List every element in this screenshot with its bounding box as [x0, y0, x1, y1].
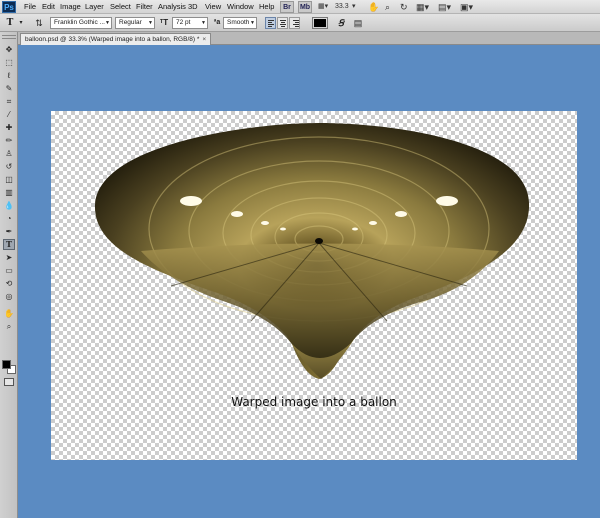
document-tab[interactable]: balloon.psd @ 33.3% (Warped image into a… [20, 33, 212, 45]
menu-edit[interactable]: Edit [42, 2, 55, 11]
grid-view-icon[interactable]: ▦▾ [416, 1, 429, 13]
menu-file[interactable]: File [24, 2, 36, 11]
text-color-swatch[interactable] [312, 17, 328, 29]
type-icon[interactable]: T [3, 239, 15, 250]
antialias-icon: ªa [213, 19, 221, 26]
screen-mode-icon[interactable]: ▣▾ [460, 1, 473, 13]
font-size-select[interactable]: 72 pt ▼ [172, 17, 208, 29]
align-center-button[interactable] [277, 17, 288, 29]
document-tab-bar: balloon.psd @ 33.3% (Warped image into a… [18, 32, 600, 45]
align-left-button[interactable] [265, 17, 276, 29]
zoom-dropdown-icon[interactable]: ▾ [352, 1, 356, 13]
view-extras-icon[interactable]: ▦▾ [318, 1, 328, 13]
eraser-icon[interactable]: ◫ [3, 174, 15, 185]
brush-icon[interactable]: ✏ [3, 135, 15, 146]
quick-mask-icon[interactable] [4, 378, 14, 386]
shape-icon[interactable]: ▭ [3, 265, 15, 276]
tunnel-vanishing-point [315, 238, 323, 244]
menu-help[interactable]: Help [259, 2, 274, 11]
quick-select-icon[interactable]: ✎ [3, 83, 15, 94]
menu-3d[interactable]: 3D [188, 2, 198, 11]
document-tab-title: balloon.psd @ 33.3% (Warped image into a… [25, 36, 200, 43]
move-icon[interactable]: ✥ [3, 44, 15, 55]
zoom-icon[interactable]: ⌕ [3, 321, 15, 332]
font-style-select[interactable]: Regular ▼ [115, 17, 155, 29]
clone-stamp-icon[interactable]: ♙ [3, 148, 15, 159]
close-icon[interactable]: × [202, 36, 206, 43]
character-panel-icon[interactable]: ▤ [352, 17, 364, 29]
menu-window[interactable]: Window [227, 2, 254, 11]
menu-analysis[interactable]: Analysis [158, 2, 186, 11]
toolbox-grip[interactable] [2, 35, 16, 39]
menu-view[interactable]: View [205, 2, 221, 11]
photoshop-logo-icon: Ps [2, 1, 16, 13]
text-color-fill [314, 19, 326, 27]
menu-filter[interactable]: Filter [136, 2, 153, 11]
options-bar: T ▾ ⇅ Franklin Gothic ... ▼ Regular ▼ ᵀT 7… [0, 14, 600, 32]
foreground-color-swatch[interactable] [2, 360, 11, 369]
zoom-tool-icon[interactable]: ⌕ [385, 1, 390, 13]
path-select-icon[interactable]: ➤ [3, 252, 15, 263]
chevron-down-icon: ▼ [201, 20, 206, 26]
menu-select[interactable]: Select [110, 2, 131, 11]
text-orientation-icon[interactable]: ⇅ [33, 17, 45, 29]
zoom-level[interactable]: 33.3 [335, 1, 349, 13]
chevron-down-icon: ▼ [105, 20, 110, 26]
3d-orbit-icon[interactable]: ◎ [3, 291, 15, 302]
font-family-select[interactable]: Franklin Gothic ... ▼ [50, 17, 112, 29]
menu-image[interactable]: Image [60, 2, 81, 11]
eyedropper-icon[interactable]: ⁄ [3, 109, 15, 120]
menu-bar: Ps File Edit Image Layer Select Filter A… [0, 0, 600, 14]
healing-icon[interactable]: ✚ [3, 122, 15, 133]
history-brush-icon[interactable]: ↺ [3, 161, 15, 172]
rotate-view-icon[interactable]: ↻ [400, 1, 408, 13]
crop-icon[interactable]: ⌗ [3, 96, 15, 107]
font-size-icon: ᵀT [159, 18, 169, 27]
lasso-icon[interactable]: ℓ [3, 70, 15, 81]
mini-bridge-icon[interactable]: Mb [298, 1, 312, 13]
warp-text-icon[interactable]: Ꞩ [335, 17, 347, 29]
dodge-icon[interactable]: ◔ [3, 213, 15, 224]
antialias-select[interactable]: Smooth ▼ [223, 17, 257, 29]
bridge-icon[interactable]: Br [280, 1, 294, 13]
hand-icon[interactable]: ✋ [3, 308, 15, 319]
workspace[interactable]: Warped image into a ballon [18, 45, 600, 518]
tool-preset-dropdown-icon[interactable]: ▾ [15, 17, 27, 29]
gradient-icon[interactable]: ▥ [3, 187, 15, 198]
3d-rotate-icon[interactable]: ⟲ [3, 278, 15, 289]
chevron-down-icon: ▼ [250, 20, 255, 26]
menu-layer[interactable]: Layer [85, 2, 104, 11]
align-right-button[interactable] [289, 17, 300, 29]
toolbox: ✥ ⬚ ℓ ✎ ⌗ ⁄ ✚ ✏ ♙ ↺ ◫ ▥ 💧 ◔ ✒ T ➤ ▭ ⟲ ◎ … [0, 32, 18, 518]
marquee-icon[interactable]: ⬚ [3, 57, 15, 68]
arrange-documents-icon[interactable]: ▤▾ [438, 1, 451, 13]
tunnel-floor [141, 243, 499, 358]
chevron-down-icon: ▼ [148, 20, 153, 26]
canvas-text-layer[interactable]: Warped image into a ballon [51, 395, 577, 409]
hand-tool-icon[interactable]: ✋ [368, 1, 379, 13]
pen-icon[interactable]: ✒ [3, 226, 15, 237]
document-canvas[interactable]: Warped image into a ballon [51, 111, 577, 460]
blur-icon[interactable]: 💧 [3, 200, 15, 211]
